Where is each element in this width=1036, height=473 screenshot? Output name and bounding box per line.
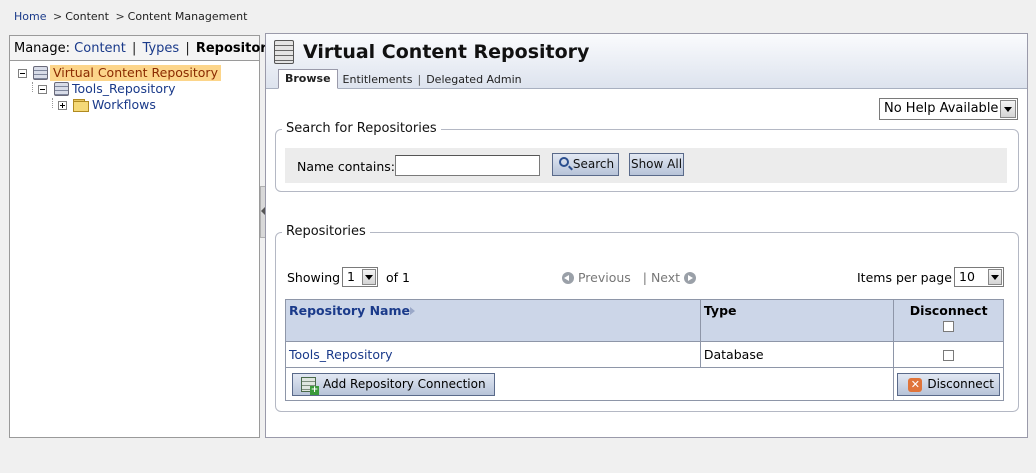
breadcrumb: Home > Content > Content Management [14, 10, 247, 23]
name-contains-input[interactable] [395, 155, 540, 176]
repository-icon [274, 40, 294, 64]
tab-delegated-admin[interactable]: Delegated Admin [421, 71, 526, 89]
disconnect-button[interactable]: ✕ Disconnect [897, 372, 1000, 396]
manage-separator: | [132, 41, 137, 56]
manage-content-link[interactable]: Content [74, 41, 126, 56]
repository-type-cell: Database [699, 341, 895, 368]
manage-types-link[interactable]: Types [143, 41, 180, 56]
search-button[interactable]: Search [552, 153, 619, 176]
sort-icon [410, 307, 416, 315]
breadcrumb-home-link[interactable]: Home [14, 10, 46, 23]
tab-bar: Browse Entitlements | Delegated Admin [278, 69, 527, 89]
repository-tree: Virtual Content Repository Tools_Reposit… [10, 61, 259, 113]
breadcrumb-content-management: Content Management [127, 10, 248, 23]
items-per-page-select[interactable]: 10 [954, 267, 1004, 287]
manage-bar: Manage: Content | Types | Repositories [10, 36, 288, 61]
left-pane: Manage: Content | Types | Repositories V… [9, 35, 288, 438]
breadcrumb-separator: > [115, 10, 125, 23]
collapse-toggle-icon[interactable] [38, 85, 47, 94]
search-legend: Search for Repositories [282, 121, 441, 136]
add-repository-connection-label: Add Repository Connection [323, 376, 486, 391]
select-all-checkbox[interactable] [943, 321, 955, 332]
manage-label: Manage: [14, 41, 71, 56]
expand-toggle-icon[interactable] [58, 101, 67, 110]
table-row: Tools_Repository Database [285, 341, 1004, 368]
add-repository-connection-button[interactable]: Add Repository Connection [292, 372, 495, 396]
column-header-repository-name[interactable]: Repository Name [285, 299, 701, 342]
table-footer-row: Add Repository Connection ✕ Disconnect [284, 367, 1004, 401]
tree-label-workflows[interactable]: Workflows [92, 97, 156, 113]
page-header: Virtual Content Repository Browse Entitl… [266, 34, 1027, 89]
search-icon [559, 157, 569, 167]
page-count-label: of 1 [386, 270, 410, 285]
manage-separator: | [185, 41, 190, 56]
repository-icon [33, 66, 48, 80]
disconnect-button-label: Disconnect [927, 376, 994, 391]
show-all-button-label: Show All [630, 157, 683, 171]
items-per-page-value: 10 [959, 269, 975, 284]
page-select[interactable]: 1 [342, 267, 378, 287]
search-button-label: Search [572, 157, 615, 171]
column-header-type: Type [699, 299, 895, 342]
right-pane: Virtual Content Repository Browse Entitl… [265, 33, 1028, 438]
repositories-table: Repository Name Type Disconnect Tools_Re… [284, 299, 1004, 401]
column-header-label: Type [703, 303, 737, 318]
breadcrumb-separator: > [52, 10, 63, 23]
show-all-button[interactable]: Show All [629, 153, 684, 176]
chevron-down-icon[interactable] [362, 269, 376, 285]
tree-node-root[interactable]: Virtual Content Repository [10, 65, 259, 81]
add-repository-icon [301, 376, 319, 395]
help-dropdown[interactable]: No Help Available [879, 98, 1018, 120]
row-disconnect-checkbox[interactable] [943, 350, 955, 361]
tree-label-root[interactable]: Virtual Content Repository [50, 65, 221, 81]
previous-link[interactable]: Previous [578, 270, 631, 285]
repository-icon [54, 82, 69, 96]
nav-separator: | [642, 270, 647, 285]
folder-icon [73, 99, 90, 112]
close-icon: ✕ [908, 377, 923, 392]
next-arrow-icon [684, 272, 697, 284]
tree-node-workflows[interactable]: Workflows [10, 97, 259, 113]
search-fieldset: Search for Repositories Name contains: S… [275, 121, 1019, 192]
repositories-fieldset: Repositories Showing 1 of 1 Previous | N… [275, 224, 1019, 412]
breadcrumb-content: Content [65, 10, 109, 23]
page-select-value: 1 [347, 269, 355, 284]
collapse-toggle-icon[interactable] [18, 69, 27, 78]
name-contains-label: Name contains: [297, 159, 395, 174]
pager-nav: Previous | Next [562, 270, 697, 285]
table-header-row: Repository Name Type Disconnect [285, 299, 1004, 342]
tree-label-tools-repository[interactable]: Tools_Repository [72, 81, 176, 97]
repository-name-link[interactable]: Tools_Repository [289, 347, 393, 362]
chevron-down-icon[interactable] [1000, 100, 1016, 118]
next-link[interactable]: Next [651, 270, 680, 285]
repositories-legend: Repositories [282, 224, 370, 239]
tab-entitlements[interactable]: Entitlements [338, 71, 418, 89]
pager-row: Showing 1 of 1 Previous | Next Items per… [287, 267, 1005, 289]
help-dropdown-value: No Help Available [884, 101, 999, 116]
tree-node-tools-repository[interactable]: Tools_Repository [10, 81, 259, 97]
chevron-down-icon[interactable] [988, 269, 1002, 285]
showing-label: Showing [287, 270, 341, 285]
column-header-disconnect: Disconnect [893, 299, 1004, 342]
column-header-label: Disconnect [909, 303, 988, 318]
previous-arrow-icon [562, 272, 574, 284]
items-per-page-label: Items per page [857, 270, 952, 285]
search-row: Name contains: Search Show All [285, 148, 1007, 183]
tab-browse[interactable]: Browse [278, 69, 338, 89]
page-title: Virtual Content Repository [303, 41, 590, 63]
column-header-label: Repository Name [289, 303, 410, 318]
